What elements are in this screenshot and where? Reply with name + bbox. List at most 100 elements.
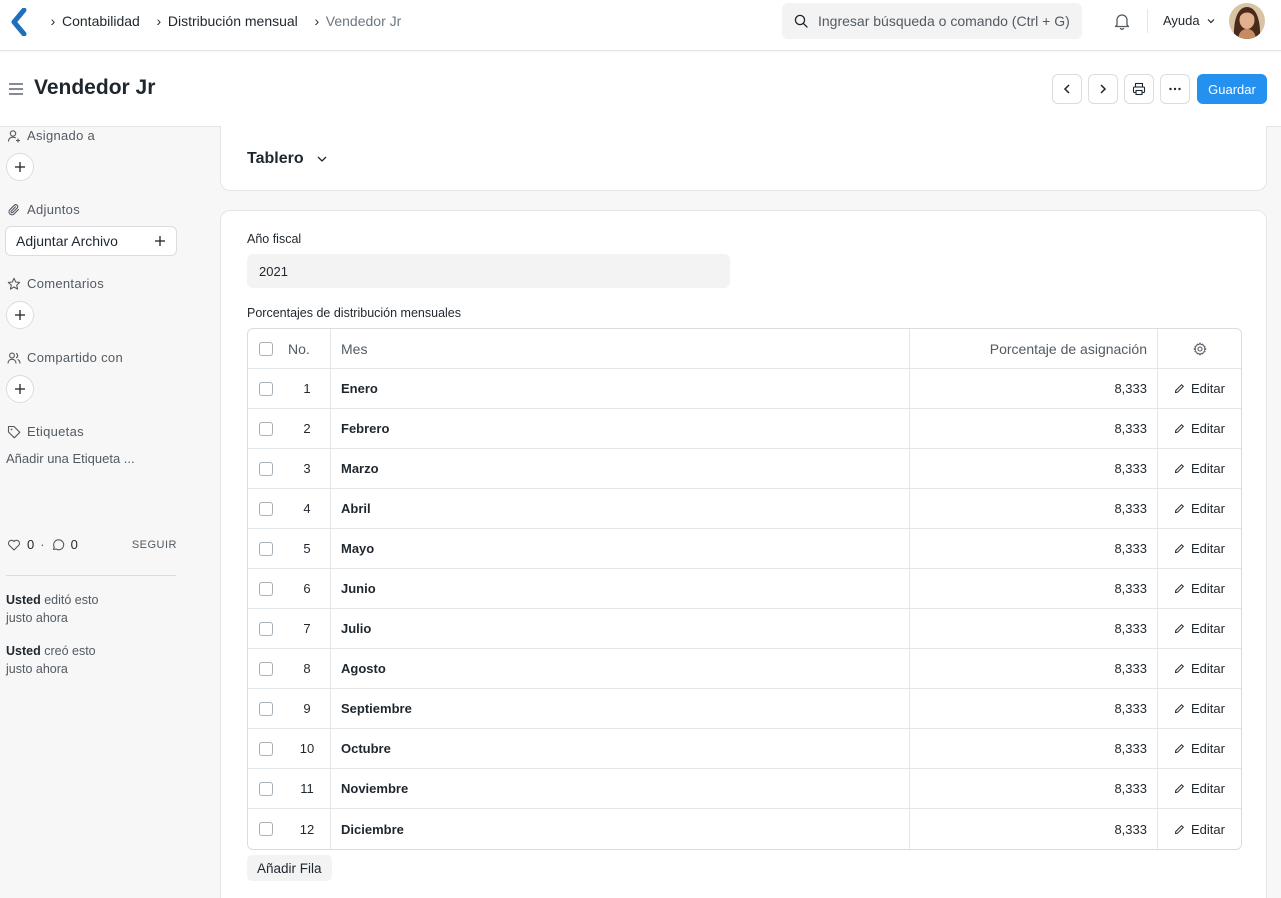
navbar-divider [1147,9,1148,33]
search-icon [794,14,808,28]
row-month[interactable]: Mayo [331,529,910,568]
row-checkbox[interactable] [259,581,273,596]
row-percentage[interactable]: 8,333 [910,369,1158,408]
chevron-right-icon [1100,84,1107,94]
breadcrumb-item-accounting[interactable]: Contabilidad [62,13,140,29]
row-percentage[interactable]: 8,333 [910,489,1158,528]
activity-user: Usted [6,644,41,658]
table-row[interactable]: 5 Mayo 8,333 Editar [248,529,1241,569]
table-row[interactable]: 10 Octubre 8,333 Editar [248,729,1241,769]
row-checkbox[interactable] [259,621,273,636]
chevron-right-icon: › [156,12,162,29]
search-input[interactable] [818,13,1078,29]
app-logo-icon[interactable] [10,8,30,36]
table-row[interactable]: 12 Diciembre 8,333 Editar [248,809,1241,849]
row-checkbox[interactable] [259,661,273,676]
row-month[interactable]: Marzo [331,449,910,488]
row-month[interactable]: Septiembre [331,689,910,728]
user-avatar[interactable] [1229,3,1265,39]
add-assignee-button[interactable] [6,153,34,181]
row-percentage[interactable]: 8,333 [910,569,1158,608]
settings-gear-icon[interactable] [1193,342,1207,356]
row-percentage[interactable]: 8,333 [910,769,1158,808]
row-percentage[interactable]: 8,333 [910,689,1158,728]
add-comment-button[interactable] [6,301,34,329]
table-row[interactable]: 1 Enero 8,333 Editar [248,369,1241,409]
search-bar[interactable] [782,3,1082,39]
row-select-cell [248,701,284,716]
add-tag-link[interactable]: Añadir una Etiqueta ... [6,451,135,466]
table-row[interactable]: 4 Abril 8,333 Editar [248,489,1241,529]
table-row[interactable]: 6 Junio 8,333 Editar [248,569,1241,609]
row-select-cell [248,381,284,396]
table-row[interactable]: 9 Septiembre 8,333 Editar [248,689,1241,729]
users-icon [7,352,21,364]
row-percentage[interactable]: 8,333 [910,449,1158,488]
edit-label: Editar [1191,581,1225,596]
user-plus-icon [7,129,20,142]
more-options-button[interactable] [1160,74,1190,104]
row-checkbox[interactable] [259,781,273,796]
row-month[interactable]: Abril [331,489,910,528]
table-row[interactable]: 8 Agosto 8,333 Editar [248,649,1241,689]
row-percentage[interactable]: 8,333 [910,529,1158,568]
row-month[interactable]: Octubre [331,729,910,768]
follow-button[interactable]: SEGUIR [132,539,177,551]
fiscal-year-field[interactable]: 2021 [247,254,730,288]
table-row[interactable]: 3 Marzo 8,333 Editar [248,449,1241,489]
row-edit-button[interactable]: Editar [1158,729,1241,768]
menu-icon[interactable] [8,82,24,96]
plus-icon [15,162,25,172]
table-row[interactable]: 2 Febrero 8,333 Editar [248,409,1241,449]
notification-bell-icon[interactable] [1113,12,1131,30]
help-dropdown[interactable]: Ayuda [1163,13,1216,28]
row-edit-button[interactable]: Editar [1158,489,1241,528]
row-checkbox[interactable] [259,421,273,436]
row-month[interactable]: Febrero [331,409,910,448]
heart-icon[interactable] [7,538,21,552]
row-checkbox[interactable] [259,461,273,476]
row-percentage[interactable]: 8,333 [910,809,1158,849]
select-all-checkbox[interactable] [259,341,273,356]
row-edit-button[interactable]: Editar [1158,609,1241,648]
row-edit-button[interactable]: Editar [1158,689,1241,728]
row-checkbox[interactable] [259,381,273,396]
previous-button[interactable] [1052,74,1082,104]
row-month[interactable]: Noviembre [331,769,910,808]
row-edit-button[interactable]: Editar [1158,809,1241,849]
row-edit-button[interactable]: Editar [1158,769,1241,808]
print-button[interactable] [1124,74,1154,104]
row-month[interactable]: Julio [331,609,910,648]
row-month[interactable]: Enero [331,369,910,408]
row-checkbox[interactable] [259,822,273,836]
row-edit-button[interactable]: Editar [1158,529,1241,568]
save-button[interactable]: Guardar [1197,74,1267,104]
breadcrumb-item-monthly-distribution[interactable]: Distribución mensual [168,13,298,29]
row-month[interactable]: Diciembre [331,809,910,849]
edit-label: Editar [1191,821,1225,837]
row-percentage[interactable]: 8,333 [910,609,1158,648]
row-checkbox[interactable] [259,501,273,516]
add-share-button[interactable] [6,375,34,403]
row-percentage[interactable]: 8,333 [910,649,1158,688]
next-button[interactable] [1088,74,1118,104]
add-row-button[interactable]: Añadir Fila [247,855,332,881]
row-edit-button[interactable]: Editar [1158,569,1241,608]
row-checkbox[interactable] [259,701,273,716]
row-month[interactable]: Junio [331,569,910,608]
dashboard-toggle[interactable]: Tablero [247,150,328,168]
row-edit-button[interactable]: Editar [1158,369,1241,408]
row-checkbox[interactable] [259,541,273,556]
attach-file-button[interactable]: Adjuntar Archivo [5,226,177,256]
comment-icon[interactable] [51,538,65,552]
table-row[interactable]: 11 Noviembre 8,333 Editar [248,769,1241,809]
row-percentage[interactable]: 8,333 [910,409,1158,448]
edit-label: Editar [1191,701,1225,716]
row-edit-button[interactable]: Editar [1158,449,1241,488]
row-month[interactable]: Agosto [331,649,910,688]
row-edit-button[interactable]: Editar [1158,409,1241,448]
row-percentage[interactable]: 8,333 [910,729,1158,768]
row-edit-button[interactable]: Editar [1158,649,1241,688]
row-checkbox[interactable] [259,741,273,756]
table-row[interactable]: 7 Julio 8,333 Editar [248,609,1241,649]
